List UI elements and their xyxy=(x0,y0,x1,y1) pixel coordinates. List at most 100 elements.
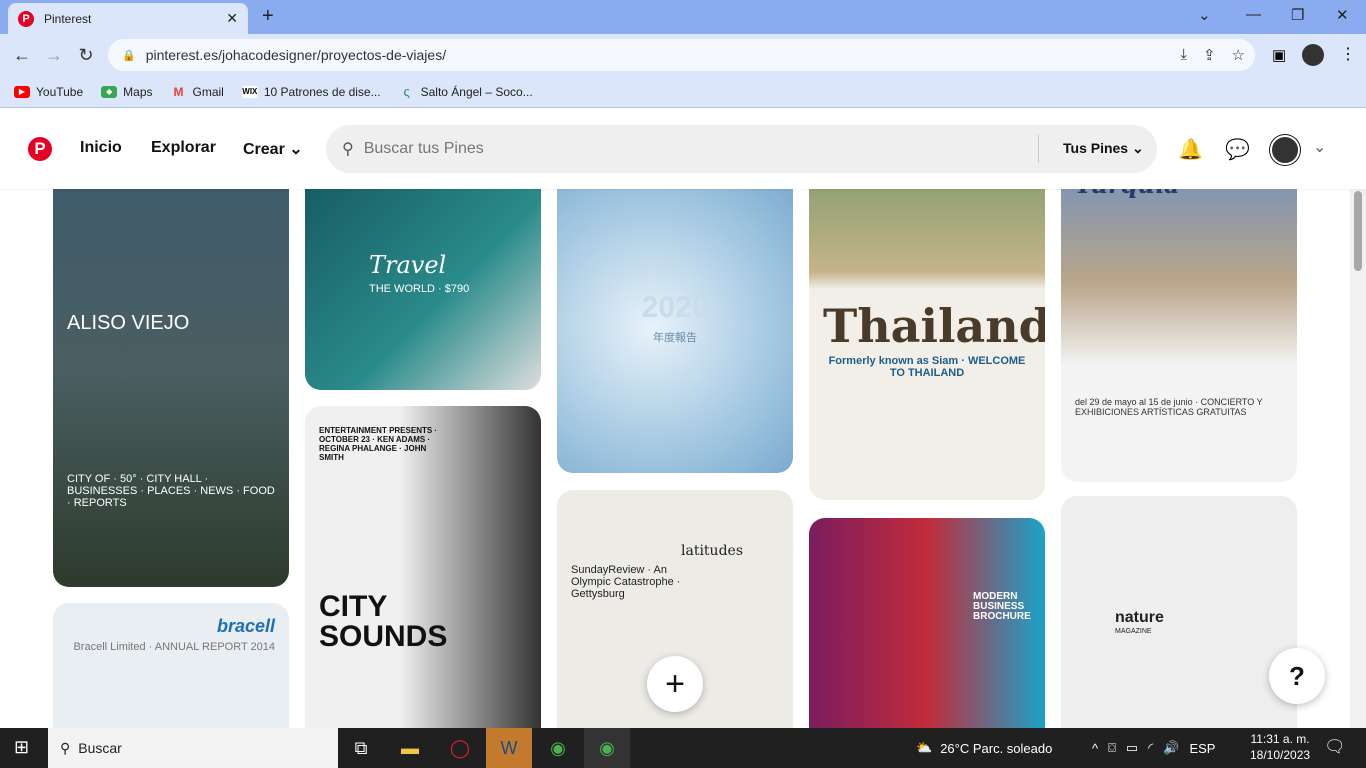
nav-explorar[interactable]: Explorar xyxy=(151,139,216,157)
tray-chevron-icon[interactable]: ^ xyxy=(1092,741,1098,756)
tus-pines-label: Tus Pines xyxy=(1063,140,1129,156)
menu-icon[interactable]: ⋮ xyxy=(1340,44,1356,64)
pin-thailand[interactable]: Thailand Formerly known as Siam · WELCOM… xyxy=(809,149,1045,500)
weather-widget[interactable]: ⛅ 26°C Parc. soleado xyxy=(916,728,1052,768)
windows-taskbar: ⊞ ⚲ Buscar ⧉ ▬ ◯ W ◉ ◉ ⛅ 26°C Parc. solead… xyxy=(0,728,1366,768)
language-indicator[interactable]: ESP xyxy=(1189,741,1215,756)
wifi-icon[interactable]: ◜ xyxy=(1148,740,1153,756)
close-window-button[interactable]: ✕ xyxy=(1336,6,1349,24)
help-button[interactable]: ? xyxy=(1269,648,1325,704)
pin-subtitle: 年度報告 xyxy=(653,332,697,344)
pin-aliso-viejo[interactable]: ALISO VIEJO CITY OF · 50° · CITY HALL · … xyxy=(53,149,289,587)
pin-bracell[interactable]: bracell Bracell Limited · ANNUAL REPORT … xyxy=(53,603,289,728)
account-chevron-icon[interactable]: ⌄ xyxy=(1313,137,1326,157)
weather-text: 26°C Parc. soleado xyxy=(940,740,1053,756)
clock[interactable]: 11:31 a. m. 18/10/2023 xyxy=(1250,731,1310,763)
bookmark-label: YouTube xyxy=(36,84,84,99)
camera-icon[interactable]: ⌼ xyxy=(1108,740,1116,756)
pin-nature-magazine[interactable]: nature MAGAZINE xyxy=(1061,496,1297,728)
minimize-button[interactable]: — xyxy=(1246,6,1261,23)
chevron-down-icon: ⌄ xyxy=(289,141,303,158)
chrome-active-icon[interactable]: ◉ xyxy=(584,728,630,768)
pin-annual-report-2020[interactable]: 2020 年度報告 xyxy=(557,149,793,473)
tab-pinterest[interactable]: P Pinterest ✕ xyxy=(8,3,248,34)
tab-search-icon[interactable]: ⌄ xyxy=(1198,6,1211,24)
pin-subtitle: del 29 de mayo al 15 de junio · CONCIERT… xyxy=(1075,397,1263,417)
waves-app-icon[interactable]: W xyxy=(486,728,532,768)
pinterest-header: P Inicio Explorar Crear ⌄ ⚲ Buscar tus P… xyxy=(0,109,1366,189)
bookmark-maps[interactable]: ◆ Maps xyxy=(101,85,153,99)
install-icon[interactable]: ⤓ xyxy=(1180,46,1187,64)
profile-avatar[interactable] xyxy=(1302,44,1324,66)
pin-subtitle: THE WORLD · $790 xyxy=(369,283,470,295)
time-text: 11:31 a. m. xyxy=(1250,732,1310,746)
divider xyxy=(1038,135,1039,163)
close-tab-icon[interactable]: ✕ xyxy=(226,10,238,27)
pin-turquia[interactable]: Turquía del 29 de mayo al 15 de junio · … xyxy=(1061,149,1297,482)
bookmark-wix[interactable]: WIX 10 Patrones de dise... xyxy=(241,85,381,99)
pin-title: Travel xyxy=(369,251,447,279)
battery-icon[interactable]: ▭ xyxy=(1126,740,1138,756)
site-icon: ς xyxy=(403,83,410,99)
add-pin-button[interactable]: + xyxy=(647,656,703,712)
messages-icon[interactable]: 💬 xyxy=(1225,137,1250,162)
pin-title: CITY SOUNDS xyxy=(319,590,448,653)
windows-start-icon[interactable]: ⊞ xyxy=(14,737,29,758)
notifications-bell-icon[interactable]: 🔔 xyxy=(1178,137,1203,162)
task-view-icon[interactable]: ⧉ xyxy=(338,728,384,768)
user-avatar[interactable] xyxy=(1270,135,1300,165)
reload-button[interactable]: ↻ xyxy=(70,45,102,66)
wix-icon: WIX xyxy=(241,85,258,98)
pin-business-brochure[interactable]: MODERN BUSINESS BROCHURE xyxy=(809,518,1045,728)
bookmarks-bar: ▶ YouTube ◆ Maps M Gmail WIX 10 Patrones de … xyxy=(0,76,1366,108)
pinterest-logo[interactable]: P xyxy=(28,137,52,161)
pin-subtitle: MAGAZINE xyxy=(1115,628,1152,635)
pin-subtitle: CITY OF · 50° · CITY HALL · BUSINESSES ·… xyxy=(67,473,275,509)
weather-icon: ⛅ xyxy=(916,740,933,755)
file-explorer-icon[interactable]: ▬ xyxy=(387,728,433,768)
pin-city-sounds[interactable]: ENTERTAINMENT PRESENTS · OCTOBER 23 · KE… xyxy=(305,406,541,728)
volume-icon[interactable]: 🔊 xyxy=(1163,740,1179,756)
pin-title: 2020 xyxy=(641,291,709,324)
url-text: pinterest.es/johacodesigner/proyectos-de… xyxy=(145,47,447,63)
nav-crear[interactable]: Crear ⌄ xyxy=(243,139,303,159)
pin-title: Thailand xyxy=(823,299,1045,353)
address-bar[interactable]: 🔒 pinterest.es/johacodesigner/proyectos-… xyxy=(108,39,1255,71)
chrome-icon[interactable]: ◉ xyxy=(535,728,581,768)
pin-title: latitudes xyxy=(681,543,744,559)
forward-button[interactable]: → xyxy=(38,45,70,66)
pin-subtitle: Formerly known as Siam · WELCOME TO THAI… xyxy=(828,355,1026,379)
tus-pines-dropdown[interactable]: Tus Pines ⌄ xyxy=(1063,140,1144,157)
gmail-icon: M xyxy=(173,84,184,99)
pin-subtitle: Bracell Limited · ANNUAL REPORT 2014 xyxy=(73,641,275,653)
opera-icon[interactable]: ◯ xyxy=(437,728,483,768)
search-icon: ⚲ xyxy=(60,739,71,756)
notifications-icon[interactable]: 🗨 xyxy=(1324,737,1346,757)
back-button[interactable]: ← xyxy=(6,45,38,66)
pin-title: ALISO VIEJO xyxy=(67,312,190,334)
bookmark-gmail[interactable]: M Gmail xyxy=(171,85,224,99)
pin-subtitle: ENTERTAINMENT PRESENTS · OCTOBER 23 · KE… xyxy=(319,426,438,462)
date-text: 18/10/2023 xyxy=(1250,748,1311,762)
pin-title: MODERN BUSINESS BROCHURE xyxy=(973,591,1031,622)
crear-label: Crear xyxy=(243,141,285,158)
maximize-button[interactable]: ❐ xyxy=(1291,6,1304,24)
system-tray: ^ ⌼ ▭ ◜ 🔊 ESP xyxy=(1092,728,1215,768)
pinterest-favicon-icon: P xyxy=(18,10,34,27)
bookmark-star-icon[interactable]: ☆ xyxy=(1232,46,1245,64)
browser-toolbar: ← → ↻ 🔒 pinterest.es/johacodesigner/proy… xyxy=(0,34,1366,76)
taskbar-search-label: Buscar xyxy=(78,740,122,756)
pin-subtitle: SundayReview · An Olympic Catastrophe · … xyxy=(571,564,681,600)
bookmark-youtube[interactable]: ▶ YouTube xyxy=(14,85,83,99)
search-placeholder: Buscar tus Pines xyxy=(363,140,484,157)
scrollbar-thumb[interactable] xyxy=(1354,191,1362,271)
side-panel-icon[interactable]: ▣ xyxy=(1272,46,1286,64)
page-scrollbar[interactable] xyxy=(1350,189,1366,728)
taskbar-search[interactable]: ⚲ Buscar xyxy=(48,728,338,768)
nav-inicio[interactable]: Inicio xyxy=(80,139,122,157)
bookmark-salto-angel[interactable]: ς Salto Ángel – Soco... xyxy=(399,83,532,99)
search-icon: ⚲ xyxy=(342,141,354,158)
new-tab-button[interactable]: + xyxy=(262,5,274,28)
search-input[interactable]: ⚲ Buscar tus Pines Tus Pines ⌄ xyxy=(326,125,1157,173)
share-icon[interactable]: ⇪ xyxy=(1203,46,1216,64)
